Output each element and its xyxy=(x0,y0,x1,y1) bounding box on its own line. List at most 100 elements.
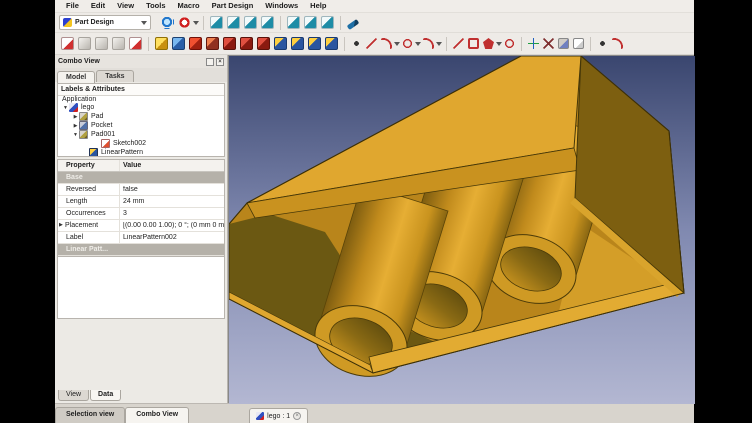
expand-arrow-icon[interactable]: ▶ xyxy=(72,114,79,120)
point-icon[interactable] xyxy=(351,38,362,49)
construction-mode-icon[interactable] xyxy=(528,38,539,49)
left-view-icon[interactable] xyxy=(321,16,334,29)
workbench-selector[interactable]: Part Design xyxy=(59,15,151,30)
polygon-icon[interactable] xyxy=(483,38,494,49)
conic-chevron-icon[interactable] xyxy=(436,42,442,49)
panel-titlebar: Combo View × xyxy=(55,55,227,68)
tree-header: Labels & Attributes xyxy=(58,84,224,96)
property-group-base[interactable]: Base xyxy=(58,172,224,184)
trim-icon[interactable] xyxy=(543,38,554,49)
main-area: Combo View × Model Tasks Labels & Attrib… xyxy=(55,55,694,403)
tree-item-pad[interactable]: ▶ Pad xyxy=(58,112,224,121)
property-row-reversed[interactable]: Reversed false xyxy=(58,184,224,196)
menu-bar: File Edit View Tools Macro Part Design W… xyxy=(55,0,694,13)
external-geometry-icon[interactable] xyxy=(558,38,569,49)
expand-arrow-icon[interactable]: ▼ xyxy=(62,105,69,111)
additive-primitive-icon[interactable] xyxy=(223,37,236,50)
tree-item-lego[interactable]: ▼ lego xyxy=(58,103,224,112)
circle-chevron-icon[interactable] xyxy=(415,42,421,49)
groove-icon[interactable] xyxy=(206,37,219,50)
arc-icon[interactable] xyxy=(381,38,392,49)
mirrored-icon[interactable] xyxy=(274,37,287,50)
conic-icon[interactable] xyxy=(423,38,434,49)
edit-sketch-icon[interactable] xyxy=(129,37,142,50)
property-row-label[interactable]: Label LinearPattern002 xyxy=(58,232,224,244)
draw-style-icon[interactable] xyxy=(178,16,191,29)
close-document-icon[interactable]: × xyxy=(293,412,301,420)
property-row-placement[interactable]: ▶Placement [(0.00 0.00 1.00); 0 °; (0 mm… xyxy=(58,220,224,232)
menu-help[interactable]: Help xyxy=(304,0,332,12)
separator xyxy=(203,16,204,30)
separator xyxy=(446,37,447,51)
top-view-icon[interactable] xyxy=(244,16,257,29)
toolbar-view: Part Design xyxy=(55,13,694,33)
polyline-icon[interactable] xyxy=(453,38,464,49)
property-header: Property Value xyxy=(58,160,224,172)
document-icon xyxy=(256,412,264,420)
separator xyxy=(590,37,591,51)
multitransform-icon[interactable] xyxy=(325,37,338,50)
expand-arrow-icon[interactable]: ▶ xyxy=(72,123,79,129)
line-icon[interactable] xyxy=(366,38,377,49)
rear-view-icon[interactable] xyxy=(287,16,300,29)
menu-edit[interactable]: Edit xyxy=(85,0,111,12)
subtractive-primitive-icon[interactable] xyxy=(240,37,253,50)
float-panel-icon[interactable] xyxy=(206,58,214,66)
bottom-view-icon[interactable] xyxy=(304,16,317,29)
tree-item-pad001[interactable]: ▼ Pad001 xyxy=(58,130,224,139)
circle-icon[interactable] xyxy=(402,38,413,49)
revolution-icon[interactable] xyxy=(189,37,202,50)
tree-item-pocket[interactable]: ▶ Pocket xyxy=(58,121,224,130)
axonometric-view-icon[interactable] xyxy=(210,16,223,29)
property-editor: Property Value Base Reversed false Lengt… xyxy=(57,159,225,257)
document-icon xyxy=(69,103,78,112)
arc-chevron-icon[interactable] xyxy=(394,42,400,49)
expand-arrow-icon[interactable]: ▼ xyxy=(72,132,79,138)
tab-combo-view[interactable]: Combo View xyxy=(125,407,189,423)
new-sketch-icon[interactable] xyxy=(61,37,74,50)
fillet-icon[interactable] xyxy=(612,38,623,49)
property-group-linear-pattern[interactable]: Linear Patt... xyxy=(58,244,224,256)
property-row-occurrences[interactable]: Occurrences 3 xyxy=(58,208,224,220)
menu-windows[interactable]: Windows xyxy=(259,0,304,12)
rectangle-icon[interactable] xyxy=(468,38,479,49)
tree-item-application[interactable]: Application xyxy=(58,96,224,103)
property-row-length[interactable]: Length 24 mm xyxy=(58,196,224,208)
boolean-icon[interactable] xyxy=(257,37,270,50)
pocket-icon[interactable] xyxy=(172,37,185,50)
leave-sketch-icon[interactable] xyxy=(78,37,91,50)
draw-style-chevron-icon[interactable] xyxy=(193,21,199,28)
tab-selection-view[interactable]: Selection view xyxy=(55,407,125,423)
menu-file[interactable]: File xyxy=(60,0,85,12)
polar-pattern-icon[interactable] xyxy=(308,37,321,50)
menu-part-design[interactable]: Part Design xyxy=(206,0,260,12)
menu-macro[interactable]: Macro xyxy=(172,0,206,12)
tab-view[interactable]: View xyxy=(58,390,89,401)
close-panel-icon[interactable]: × xyxy=(216,58,224,66)
slot-icon[interactable] xyxy=(504,38,515,49)
measure-distance-icon[interactable] xyxy=(347,19,360,30)
view-sketch-icon[interactable] xyxy=(95,37,108,50)
workbench-icon xyxy=(63,18,72,27)
map-sketch-icon[interactable] xyxy=(112,37,125,50)
menu-view[interactable]: View xyxy=(111,0,140,12)
fit-all-icon[interactable] xyxy=(161,16,174,29)
tree-item-sketch002[interactable]: Sketch002 xyxy=(58,139,224,148)
carbon-copy-icon[interactable] xyxy=(573,38,584,49)
model-tree: Labels & Attributes Application ▼ lego ▶… xyxy=(57,83,225,157)
tab-model[interactable]: Model xyxy=(57,71,95,83)
polygon-chevron-icon[interactable] xyxy=(496,42,502,49)
right-view-icon[interactable] xyxy=(261,16,274,29)
document-tab-lego[interactable]: lego : 1 × xyxy=(249,408,308,423)
front-view-icon[interactable] xyxy=(227,16,240,29)
tree-item-linearpattern[interactable]: LinearPattern xyxy=(58,148,224,157)
point-tool-icon[interactable] xyxy=(597,38,608,49)
menu-tools[interactable]: Tools xyxy=(140,0,171,12)
tab-data[interactable]: Data xyxy=(90,390,121,401)
combo-view-panel: Combo View × Model Tasks Labels & Attrib… xyxy=(55,55,228,403)
tab-tasks[interactable]: Tasks xyxy=(96,70,133,82)
linear-pattern-icon[interactable] xyxy=(291,37,304,50)
pad-icon[interactable] xyxy=(155,37,168,50)
workbench-label: Part Design xyxy=(75,19,141,26)
3d-viewport[interactable] xyxy=(228,55,694,403)
